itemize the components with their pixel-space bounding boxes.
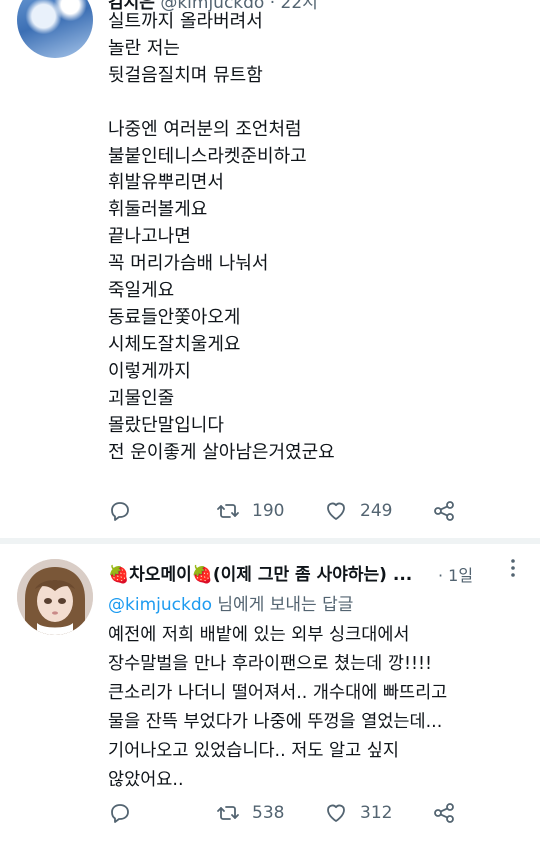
more-icon (511, 559, 515, 577)
reply-context: @kimjuckdo 님에게 보내는 답글 (108, 590, 353, 615)
reply-icon (111, 804, 129, 823)
tweet[interactable]: 김지은 @kimjuckdo · 22시 실트까지 올라버려서 놀란 저는 뒷걸… (0, 0, 540, 538)
reply-handle-link[interactable]: @kimjuckdo (108, 595, 212, 615)
reply-label: 님에게 보내는 답글 (212, 595, 354, 615)
like-count: 249 (360, 501, 393, 521)
retweet-button[interactable]: 190 (216, 496, 284, 526)
tweet-text: 예전에 저희 배밭에 있는 외부 싱크대에서 장수말벌을 만나 후라이팬으로 쳤… (108, 625, 448, 790)
like-button[interactable]: 312 (324, 798, 392, 828)
share-button[interactable] (432, 496, 456, 526)
avatar[interactable] (17, 559, 93, 635)
author-name[interactable]: 🍓차오메이🍓(이제 그만 좀 사야하는) ... (108, 560, 412, 585)
heart-icon (327, 804, 345, 822)
tweet-actions: 538 312 (108, 798, 468, 828)
reply-button[interactable] (108, 496, 132, 526)
retweet-count: 538 (252, 803, 285, 823)
like-count: 312 (360, 803, 393, 823)
retweet-count: 190 (252, 501, 285, 521)
retweet-button[interactable]: 538 (216, 798, 284, 828)
more-button[interactable] (506, 556, 520, 580)
reply-icon (111, 502, 129, 521)
retweet-icon (217, 806, 239, 820)
retweet-icon (217, 504, 239, 518)
tweet-text: 실트까지 올라버려서 놀란 저는 뒷걸음질치며 뮤트함 나중엔 여러분의 조언처… (108, 11, 335, 463)
heart-icon (327, 502, 345, 520)
like-button[interactable]: 249 (324, 496, 392, 526)
avatar[interactable] (17, 0, 93, 58)
tweet-actions: 190 249 (108, 496, 468, 526)
share-icon (434, 501, 454, 521)
tweet[interactable]: 🍓차오메이🍓(이제 그만 좀 사야하는) ... · 1일 @kimjuckdo… (0, 544, 540, 859)
doll-portrait-image (17, 559, 93, 635)
share-button[interactable] (432, 798, 456, 828)
tweet-time[interactable]: · 1일 (438, 562, 473, 586)
share-icon (434, 803, 454, 823)
reply-button[interactable] (108, 798, 132, 828)
